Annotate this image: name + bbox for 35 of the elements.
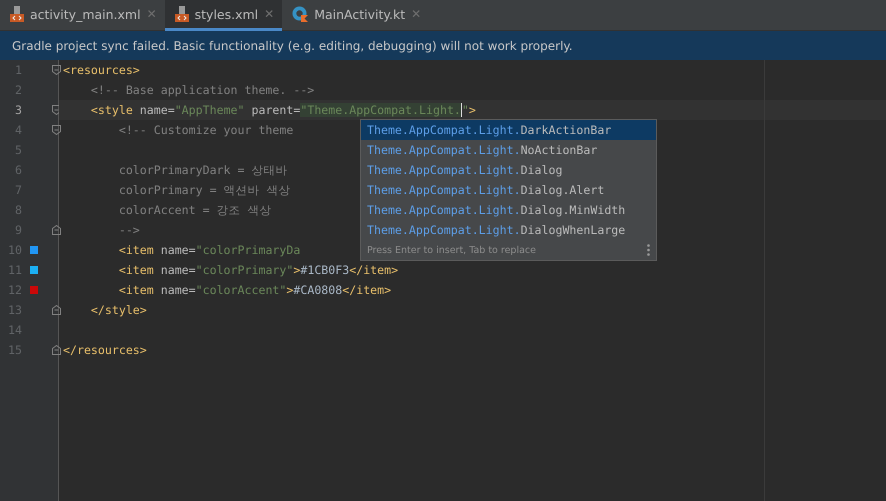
code-line: <!-- Customize your theme: [118, 123, 294, 137]
code-line: <!-- Base application theme. -->: [90, 83, 314, 97]
code-line: colorPrimary = 액션바 색상: [118, 182, 291, 198]
completion-item[interactable]: Theme.AppCompat.Light.Dialog.Alert: [361, 180, 656, 200]
file-tab[interactable]: activity_main.xml ✕: [0, 0, 165, 31]
xml-file-icon: [10, 6, 24, 22]
code-line: </style>: [90, 303, 147, 317]
code-line: </resources>: [62, 343, 147, 357]
completion-item[interactable]: Theme.AppCompat.Light.Dialog: [361, 160, 656, 180]
code-line: <item name="colorPrimaryDa: [118, 243, 300, 257]
file-tab[interactable]: MainActivity.kt ✕: [282, 0, 430, 31]
xml-file-icon: [174, 6, 189, 22]
code-line: <item name="colorPrimary">#1CB0F3</item>: [118, 263, 398, 277]
code-line: <item name="colorAccent">#CA0808</item>: [118, 283, 392, 297]
close-icon[interactable]: ✕: [264, 7, 274, 21]
fold-icon[interactable]: [52, 305, 61, 315]
completion-item[interactable]: Theme.AppCompat.Light.Dialog.MinWidth: [361, 200, 656, 220]
completion-item[interactable]: Theme.AppCompat.Light.DialogWhenLarge: [361, 220, 656, 240]
fold-icon[interactable]: [52, 125, 61, 135]
code-line: colorPrimaryDark = 상태바: [118, 162, 288, 178]
completion-item[interactable]: Theme.AppCompat.Light.DarkActionBar: [361, 120, 656, 140]
sync-warning-banner: Gradle project sync failed. Basic functionality (e.g. editing, debugging) will not work properly.: [0, 31, 886, 60]
fold-icon[interactable]: [52, 345, 61, 355]
completion-hint: Press Enter to insert, Tab to replace: [367, 244, 536, 256]
code-line: colorAccent = 강조 색상: [118, 202, 272, 218]
code-line: -->: [118, 223, 140, 237]
code-line: <resources>: [62, 63, 140, 77]
completion-item[interactable]: Theme.AppCompat.Light.NoActionBar: [361, 140, 656, 160]
kotlin-file-icon: [292, 6, 308, 22]
fold-icon[interactable]: [52, 65, 61, 75]
code-line: <style name="AppTheme" parent="Theme.AppCompat.Light.">: [90, 103, 476, 117]
fold-icon[interactable]: [52, 225, 61, 235]
file-tab[interactable]: styles.xml ✕: [164, 0, 282, 31]
line-number: 3: [14, 103, 22, 117]
more-icon[interactable]: [647, 244, 650, 256]
